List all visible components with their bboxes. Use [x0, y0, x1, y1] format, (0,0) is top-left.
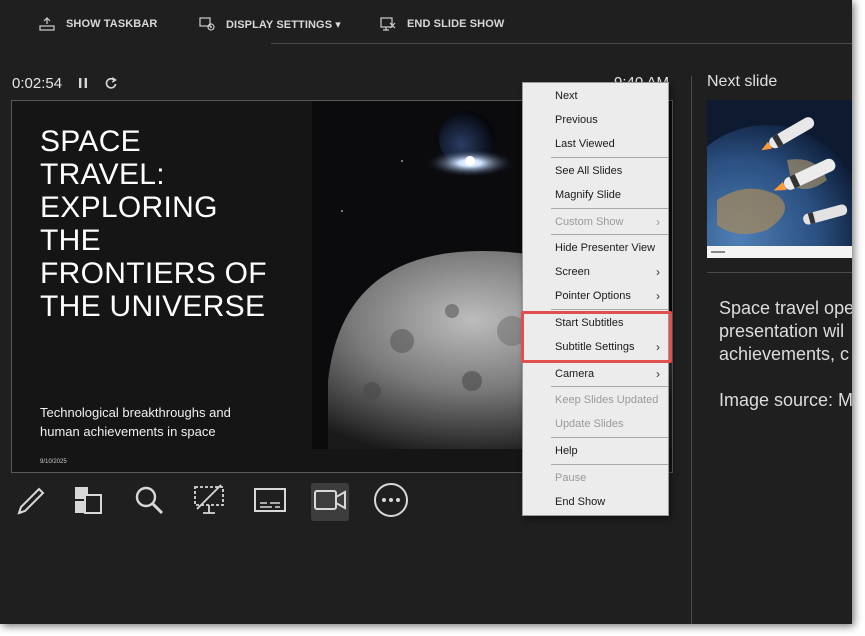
menu-item-previous[interactable]: Previous: [523, 109, 668, 131]
chevron-right-icon: ›: [656, 215, 660, 229]
menu-separator: [551, 309, 668, 310]
presenter-toolbar: SHOW TASKBAR DISPLAY SETTINGS ▾ END SLID…: [0, 0, 852, 48]
display-settings-label: DISPLAY SETTINGS ▾: [226, 18, 341, 31]
menu-item-label: Pause: [555, 472, 587, 484]
see-all-slides-icon: [71, 483, 105, 522]
more-options-icon: [373, 482, 409, 523]
menu-item-pointer-options[interactable]: Pointer Options ›: [523, 285, 668, 307]
notes-divider: [707, 272, 852, 273]
menu-separator: [551, 360, 668, 361]
end-slide-show-label: END SLIDE SHOW: [407, 18, 505, 30]
menu-item-label: Keep Slides Updated: [555, 394, 659, 406]
black-screen-button[interactable]: [190, 483, 228, 521]
chevron-right-icon: ›: [656, 289, 660, 303]
pen-tool-button[interactable]: [11, 483, 49, 521]
taskbar-icon: [38, 16, 56, 32]
menu-item-subtitle-settings[interactable]: Subtitle Settings ›: [523, 336, 668, 358]
menu-separator: [551, 208, 668, 209]
chevron-right-icon: ›: [656, 367, 660, 381]
camera-button[interactable]: [311, 483, 349, 521]
notes-line: achievements, c: [719, 344, 850, 364]
end-slide-show-icon: [379, 16, 397, 32]
menu-item-start-subtitles[interactable]: Start Subtitles: [523, 312, 668, 334]
more-options-button[interactable]: [372, 482, 410, 523]
menu-item-update-slides[interactable]: Update Slides: [523, 413, 668, 435]
menu-separator: [551, 386, 668, 387]
menu-item-label: Previous: [555, 114, 598, 126]
slide-title: SPACE TRAVEL: EXPLORING THE FRONTIERS OF…: [40, 125, 267, 323]
menu-item-pause[interactable]: Pause: [523, 467, 668, 489]
menu-separator: [551, 157, 668, 158]
menu-item-screen[interactable]: Screen ›: [523, 261, 668, 283]
menu-item-last-viewed[interactable]: Last Viewed: [523, 133, 668, 155]
menu-item-label: Screen: [555, 266, 590, 278]
magnifier-icon: [132, 483, 166, 522]
menu-item-label: Hide Presenter View: [555, 242, 656, 254]
toolbar-divider: [271, 43, 852, 44]
end-slide-show-button[interactable]: END SLIDE SHOW: [379, 14, 504, 34]
menu-item-label: End Show: [555, 496, 606, 508]
notes-line: Image source: M: [719, 390, 852, 410]
menu-item-label: Update Slides: [555, 418, 624, 430]
menu-separator: [551, 234, 668, 235]
pen-icon: [13, 483, 47, 522]
notes-line: Space travel ope: [719, 298, 852, 318]
menu-item-next[interactable]: Next: [523, 85, 668, 107]
slide-date: 9/10/2025: [40, 459, 67, 465]
menu-item-label: Pointer Options: [555, 290, 631, 302]
menu-item-magnify-slide[interactable]: Magnify Slide: [523, 184, 668, 206]
menu-item-custom-show[interactable]: Custom Show ›: [523, 211, 668, 233]
menu-separator: [551, 464, 668, 465]
next-slide-label: Next slide: [707, 73, 778, 90]
see-all-slides-button[interactable]: [69, 483, 107, 521]
subtitles-button[interactable]: [251, 483, 289, 521]
chevron-right-icon: ›: [656, 265, 660, 279]
video-camera-icon: [312, 483, 348, 522]
menu-item-label: Start Subtitles: [555, 317, 624, 329]
chevron-right-icon: ›: [656, 340, 660, 354]
menu-item-label: Camera: [555, 368, 595, 380]
black-screen-icon: [191, 483, 227, 522]
menu-item-label: Custom Show: [555, 216, 624, 228]
speaker-notes[interactable]: Space travel ope presentation wil achiev…: [719, 297, 852, 412]
pause-icon[interactable]: [76, 76, 90, 90]
presenter-view: SHOW TASKBAR DISPLAY SETTINGS ▾ END SLID…: [0, 0, 852, 624]
subtitles-icon: [252, 483, 288, 522]
menu-item-help[interactable]: Help: [523, 440, 668, 462]
menu-item-hide-presenter-view[interactable]: Hide Presenter View: [523, 237, 668, 259]
menu-item-keep-slides-updated[interactable]: Keep Slides Updated: [523, 389, 668, 411]
restart-timer-icon[interactable]: [104, 76, 118, 90]
pane-divider: [691, 76, 692, 624]
display-settings-icon: [198, 16, 216, 32]
menu-separator: [551, 437, 668, 438]
elapsed-timer: 0:02:54: [12, 74, 63, 92]
menu-item-end-show[interactable]: End Show: [523, 491, 668, 513]
display-settings-button[interactable]: DISPLAY SETTINGS ▾: [198, 14, 341, 34]
menu-item-camera[interactable]: Camera ›: [523, 363, 668, 385]
notes-line: presentation wil: [719, 321, 845, 341]
slide-subtitle: Technological breakthroughs and human ac…: [40, 405, 231, 439]
show-taskbar-button[interactable]: SHOW TASKBAR: [38, 14, 157, 34]
menu-item-label: Magnify Slide: [555, 189, 622, 201]
timer-row: 0:02:54: [12, 72, 118, 94]
menu-item-see-all-slides[interactable]: See All Slides: [523, 160, 668, 182]
context-menu: Next Previous Last Viewed See All Slides…: [522, 82, 669, 516]
menu-item-label: Help: [555, 445, 578, 457]
menu-item-label: See All Slides: [555, 165, 623, 177]
show-taskbar-label: SHOW TASKBAR: [66, 18, 158, 30]
menu-item-label: Subtitle Settings: [555, 341, 635, 353]
next-slide-thumbnail[interactable]: [707, 100, 852, 258]
menu-item-label: Next: [555, 90, 578, 102]
menu-item-label: Last Viewed: [555, 138, 615, 150]
zoom-button[interactable]: [130, 483, 168, 521]
